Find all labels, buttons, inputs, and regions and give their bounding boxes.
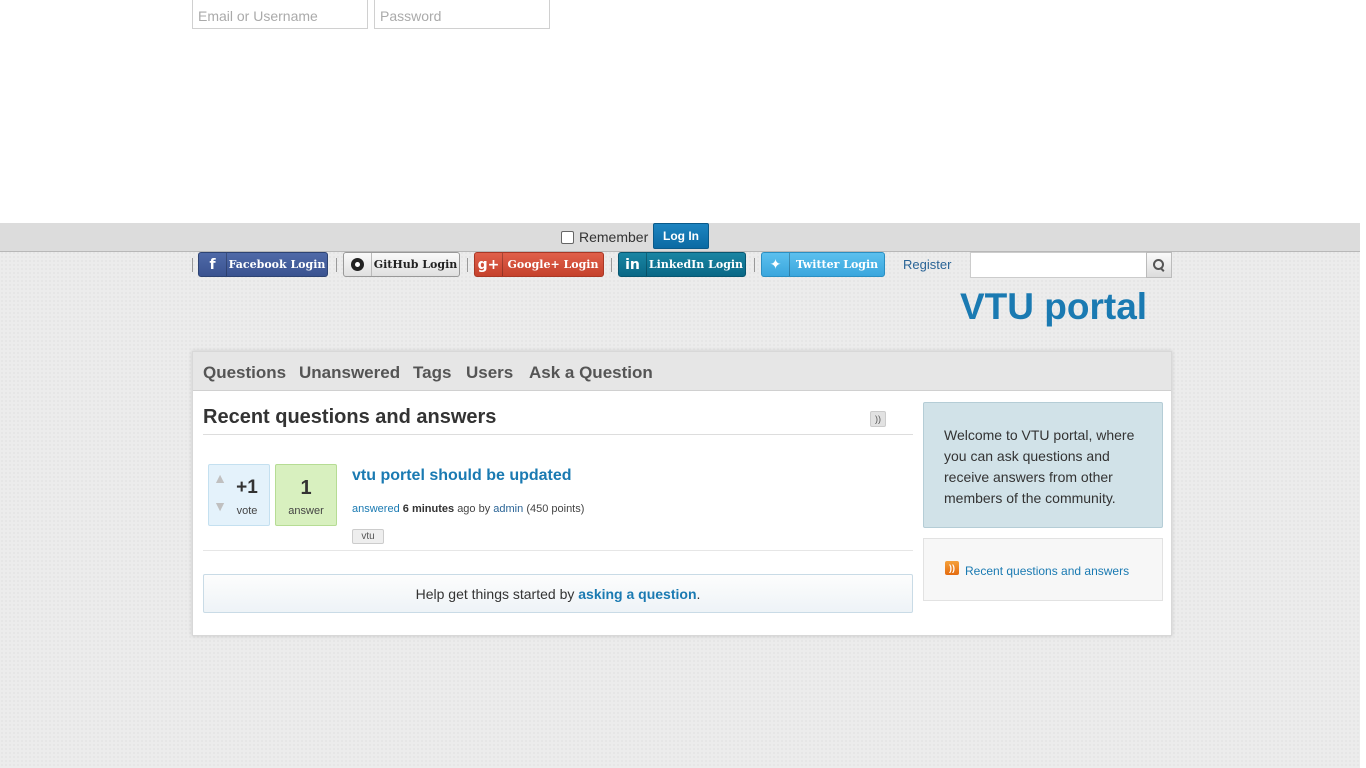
main-nav: Questions Unanswered Tags Users Ask a Qu… <box>193 352 1171 391</box>
tag-vtu[interactable]: vtu <box>352 529 384 544</box>
page-title: Recent questions and answers <box>203 406 497 428</box>
linkedin-login-button[interactable]: in LinkedIn Login <box>618 252 746 277</box>
feed-box: )) Recent questions and answers <box>923 538 1163 601</box>
google-login-button[interactable]: g+ Google+ Login <box>474 252 604 277</box>
register-link[interactable]: Register <box>903 257 951 272</box>
login-button[interactable]: Log In <box>653 223 709 249</box>
suggest-prefix: Help get things started by <box>415 585 575 602</box>
separator <box>192 258 193 272</box>
nav-tags[interactable]: Tags <box>413 363 451 383</box>
feed-link[interactable]: Recent questions and answers <box>965 564 1129 578</box>
separator <box>754 258 755 272</box>
meta-time: 6 minutes <box>402 503 455 515</box>
vote-box: ▲ ▼ +1 vote <box>208 464 270 526</box>
answer-label: answer <box>288 505 324 517</box>
github-icon <box>344 253 372 276</box>
vote-down-icon[interactable]: ▼ <box>213 499 227 513</box>
social-login-row: f Facebook Login GitHub Login g+ Google+… <box>0 252 1366 278</box>
facebook-icon: f <box>199 253 227 276</box>
question-meta: answered 6 minutes ago by admin (450 poi… <box>352 503 584 515</box>
linkedin-login-label: LinkedIn Login <box>648 258 744 271</box>
password-field[interactable] <box>374 0 550 29</box>
vote-count: +1 <box>236 477 258 498</box>
meta-ago: ago by <box>457 503 491 515</box>
user-points: (450 points) <box>526 503 585 515</box>
search-button[interactable] <box>1146 252 1172 278</box>
suggest-box: Help get things started by asking a ques… <box>203 574 913 613</box>
divider <box>203 434 913 435</box>
nav-questions[interactable]: Questions <box>203 363 286 383</box>
nav-unanswered[interactable]: Unanswered <box>299 363 400 383</box>
answered-link[interactable]: answered <box>352 503 400 515</box>
google-login-label: Google+ Login <box>507 258 599 271</box>
search-icon <box>1153 259 1165 271</box>
remember-me[interactable]: Remember <box>561 229 648 245</box>
google-plus-icon: g+ <box>475 253 503 276</box>
main-panel: Questions Unanswered Tags Users Ask a Qu… <box>192 351 1172 636</box>
remember-checkbox[interactable] <box>561 230 574 244</box>
separator <box>467 258 468 272</box>
remember-label: Remember <box>579 229 649 245</box>
github-login-button[interactable]: GitHub Login <box>343 252 460 277</box>
facebook-login-label: Facebook Login <box>228 258 326 271</box>
suggest-suffix: . <box>696 585 701 602</box>
user-link[interactable]: admin <box>493 503 523 515</box>
nav-ask-question[interactable]: Ask a Question <box>529 363 653 383</box>
rss-feed-icon[interactable]: )) <box>945 561 959 575</box>
question-title-link[interactable]: vtu portel should be updated <box>352 467 572 485</box>
ask-question-link[interactable]: asking a question <box>578 586 696 602</box>
answer-count-box: 1 answer <box>275 464 337 526</box>
search-input[interactable] <box>970 252 1147 278</box>
facebook-login-button[interactable]: f Facebook Login <box>198 252 328 277</box>
nav-users[interactable]: Users <box>466 363 513 383</box>
rss-icon[interactable]: )) <box>870 411 886 427</box>
twitter-login-button[interactable]: ✦ Twitter Login <box>761 252 885 277</box>
separator <box>336 258 337 272</box>
site-title[interactable]: VTU portal <box>960 286 1147 328</box>
linkedin-icon: in <box>619 253 647 276</box>
vote-label: vote <box>236 505 258 517</box>
twitter-login-label: Twitter Login <box>795 258 879 271</box>
twitter-icon: ✦ <box>762 253 790 276</box>
question-item: ▲ ▼ +1 vote 1 answer vtu portel should b… <box>203 464 913 551</box>
vote-up-icon[interactable]: ▲ <box>213 471 227 485</box>
answer-count: 1 <box>300 477 312 499</box>
github-login-label: GitHub Login <box>373 258 458 271</box>
email-field[interactable] <box>192 0 368 29</box>
welcome-box: Welcome to VTU portal, where you can ask… <box>923 402 1163 528</box>
separator <box>611 258 612 272</box>
